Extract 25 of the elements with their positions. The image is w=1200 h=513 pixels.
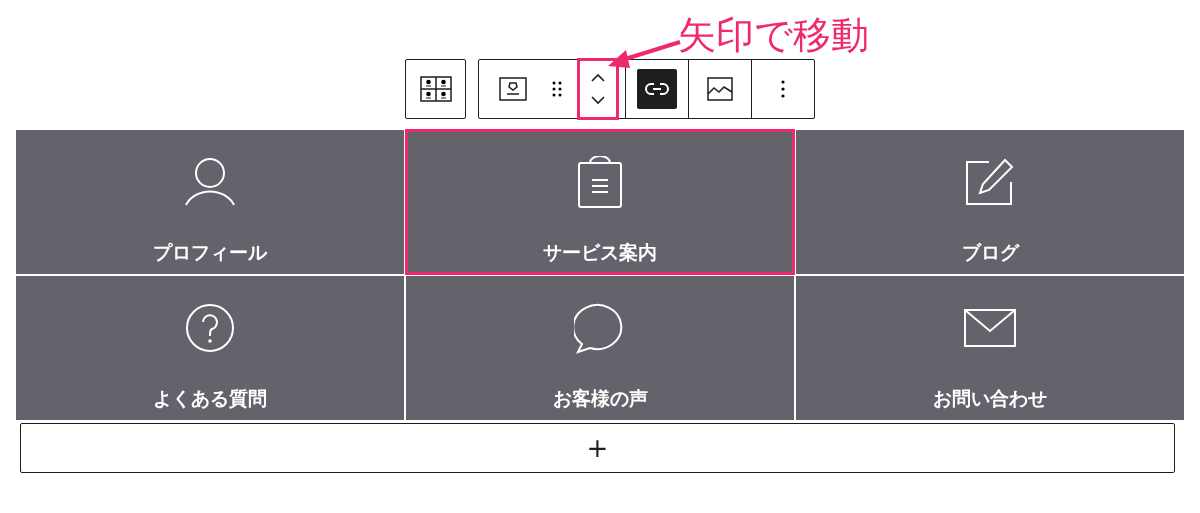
add-block-button[interactable]: + <box>20 423 1175 473</box>
more-icon <box>781 80 785 98</box>
block-icon <box>499 77 527 101</box>
menu-tile[interactable]: ブログ <box>796 130 1184 274</box>
tile-label: サービス案内 <box>543 240 657 265</box>
annotation-label: 矢印で移動 <box>678 12 869 58</box>
tile-label: プロフィール <box>153 240 267 265</box>
tile-label: お客様の声 <box>552 386 648 411</box>
edit-icon <box>965 156 1015 208</box>
image-icon <box>707 77 733 101</box>
drag-handle-icon <box>551 80 563 98</box>
help-icon <box>185 302 235 354</box>
user-icon <box>184 156 236 208</box>
menu-tile[interactable]: サービス案内 <box>406 130 794 274</box>
tile-label: お問い合わせ <box>933 386 1047 411</box>
link-icon <box>637 69 677 109</box>
tile-label: ブログ <box>961 240 1019 265</box>
chevrons-icon <box>590 72 606 106</box>
menu-tile[interactable]: プロフィール <box>16 130 404 274</box>
clipboard-icon <box>578 156 622 208</box>
menu-tile[interactable]: お客様の声 <box>406 276 794 420</box>
menu-tile[interactable]: よくある質問 <box>16 276 404 420</box>
tile-label: よくある質問 <box>153 386 267 411</box>
menu-tile[interactable]: お問い合わせ <box>796 276 1184 420</box>
grid-icon <box>419 76 452 102</box>
